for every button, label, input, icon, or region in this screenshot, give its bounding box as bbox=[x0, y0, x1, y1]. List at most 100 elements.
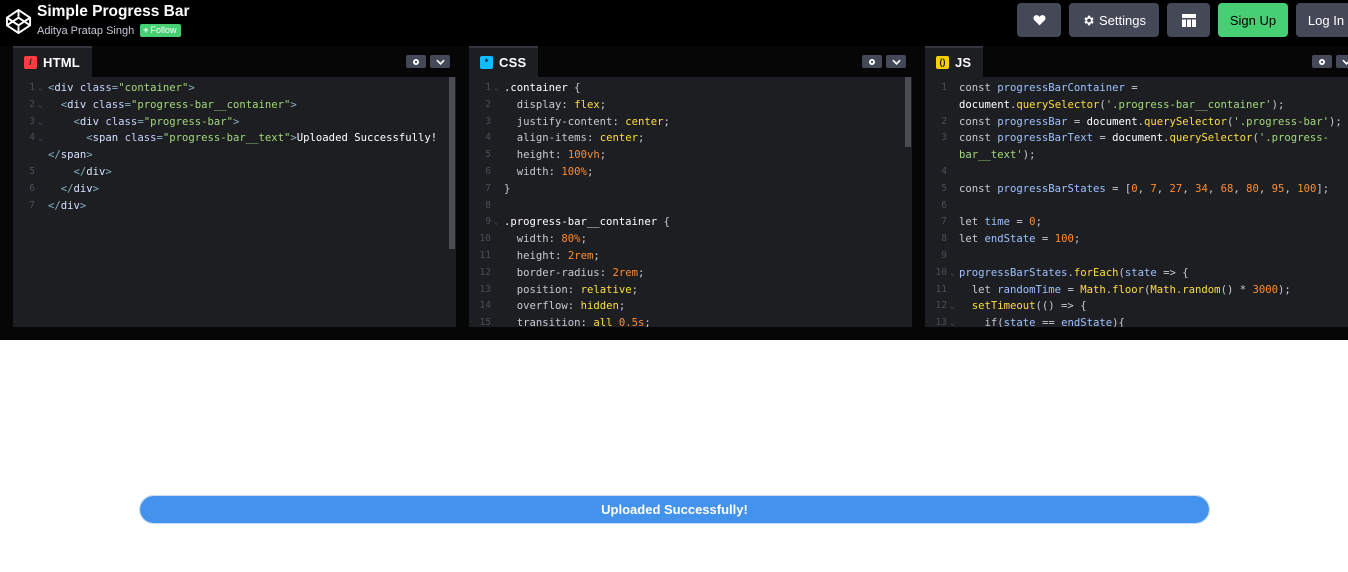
code-line[interactable]: 6 width: 100%; bbox=[469, 164, 912, 181]
code-line[interactable]: 4 ⌄ <span class="progress-bar__text">Uplo… bbox=[13, 130, 456, 147]
code-line[interactable]: 14 overflow: hidden; bbox=[469, 298, 912, 315]
code-token: ]; bbox=[1316, 182, 1330, 195]
code-token: span bbox=[92, 132, 125, 145]
code-line[interactable]: 5 const progressBarStates = [0, 7, 27, 34… bbox=[925, 181, 1348, 198]
code-line[interactable]: 9 bbox=[925, 248, 1348, 265]
js-code-editor[interactable]: 1 const progressBarContainer = document.qu… bbox=[925, 77, 1348, 327]
code-line[interactable]: 9 ⌄ .progress-bar__container { bbox=[469, 214, 912, 231]
code-text: <div class="container"> bbox=[48, 80, 195, 97]
code-line[interactable]: 1 ⌄ .container { bbox=[469, 80, 912, 97]
settings-button[interactable]: Settings bbox=[1069, 3, 1159, 37]
tab-js[interactable]: () JS bbox=[925, 46, 984, 77]
codepen-logo-icon[interactable] bbox=[5, 8, 32, 35]
code-token: width bbox=[516, 165, 549, 178]
code-line[interactable]: bar__text'); bbox=[925, 147, 1348, 164]
log-in-button[interactable]: Log In bbox=[1296, 3, 1348, 37]
sign-up-button[interactable]: Sign Up bbox=[1218, 3, 1288, 37]
code-line[interactable]: 6 </div> bbox=[13, 181, 456, 198]
tab-css[interactable]: * CSS bbox=[469, 46, 539, 77]
css-code-editor[interactable]: 1 ⌄ .container {2 display: flex; 3 justify-… bbox=[469, 77, 912, 327]
code-line[interactable]: 7} bbox=[469, 181, 912, 198]
code-line[interactable]: 3 const progressBarText = document.queryS… bbox=[925, 130, 1348, 147]
fold-arrow-icon[interactable]: ⌄ bbox=[950, 315, 955, 327]
code-line[interactable]: 15 transition: all 0.5s; bbox=[469, 315, 912, 327]
fold-arrow-icon[interactable]: ⌄ bbox=[494, 80, 499, 97]
code-line[interactable]: </span> bbox=[13, 147, 456, 164]
fold-arrow-icon[interactable]: ⌄ bbox=[38, 97, 43, 114]
code-line[interactable]: 12 ⌄ setTimeout(() => { bbox=[925, 298, 1348, 315]
line-number: 2 bbox=[29, 98, 35, 110]
fold-arrow-icon[interactable]: ⌄ bbox=[950, 298, 955, 315]
code-line[interactable]: document.querySelector('.progress-bar__c… bbox=[925, 97, 1348, 114]
change-view-button[interactable] bbox=[1167, 3, 1210, 37]
tab-html[interactable]: / HTML bbox=[13, 46, 92, 77]
code-line[interactable]: 2 ⌄ <div class="progress-bar__container"> bbox=[13, 97, 456, 114]
code-line[interactable]: 3 ⌄ <div class="progress-bar"> bbox=[13, 114, 456, 131]
code-token: endState bbox=[1061, 317, 1113, 327]
code-line[interactable]: 13 position: relative; bbox=[469, 282, 912, 299]
code-token: 2rem bbox=[612, 266, 638, 279]
result-preview: Uploaded Successfully! bbox=[0, 340, 1348, 572]
author-name[interactable]: Aditya Pratap Singh bbox=[37, 25, 134, 37]
code-line[interactable]: 3 justify-content: center; bbox=[469, 114, 912, 131]
code-line[interactable]: 8 bbox=[469, 198, 912, 215]
fold-arrow-icon[interactable]: ⌄ bbox=[950, 265, 955, 282]
line-number: 9 bbox=[485, 216, 491, 228]
code-token: querySelector bbox=[1016, 98, 1100, 111]
js-settings-button[interactable] bbox=[1312, 55, 1332, 68]
code-line[interactable]: 7 </div> bbox=[13, 198, 456, 215]
line-number: 6 bbox=[485, 165, 491, 177]
fold-arrow-icon[interactable]: ⌄ bbox=[38, 130, 43, 147]
code-line[interactable]: 10 width: 80%; bbox=[469, 231, 912, 248]
code-token: progressBarText bbox=[997, 132, 1093, 145]
code-token: time bbox=[984, 216, 1011, 229]
love-button[interactable] bbox=[1017, 3, 1061, 37]
code-line[interactable]: 11 let randomTime = Math.floor(Math.rand… bbox=[925, 282, 1348, 299]
code-line[interactable]: 7 let time = 0; bbox=[925, 214, 1348, 231]
js-editor-tools bbox=[1308, 55, 1348, 68]
code-line[interactable]: 4 align-items: center; bbox=[469, 130, 912, 147]
code-token: ; bbox=[1035, 216, 1042, 229]
code-line[interactable]: 10 ⌄ progressBarStates.forEach(state => { bbox=[925, 265, 1348, 282]
code-line[interactable]: 5 height: 100vh; bbox=[469, 147, 912, 164]
fold-arrow-icon[interactable]: ⌄ bbox=[38, 80, 43, 97]
js-collapse-button[interactable] bbox=[1336, 55, 1348, 68]
fold-arrow-icon[interactable]: ⌄ bbox=[38, 114, 43, 131]
code-token: span bbox=[60, 149, 87, 162]
html-editor-scrollbar[interactable] bbox=[449, 77, 455, 249]
code-token: 80% bbox=[561, 233, 581, 246]
code-text: let time = 0; bbox=[959, 214, 1042, 231]
code-token: , bbox=[1258, 182, 1272, 195]
code-text: display: flex; bbox=[504, 97, 606, 114]
fold-arrow-icon[interactable]: ⌄ bbox=[494, 214, 499, 231]
html-collapse-button[interactable] bbox=[430, 55, 450, 68]
css-settings-button[interactable] bbox=[862, 55, 882, 68]
css-collapse-button[interactable] bbox=[886, 55, 906, 68]
css-editor-scrollbar[interactable] bbox=[905, 77, 911, 147]
follow-button[interactable]: + Follow bbox=[140, 24, 181, 37]
code-token: : bbox=[567, 300, 581, 313]
code-line[interactable]: 8 let endState = 100; bbox=[925, 231, 1348, 248]
code-line[interactable]: 1 ⌄ <div class="container"> bbox=[13, 80, 456, 97]
html-settings-button[interactable] bbox=[406, 55, 426, 68]
code-line[interactable]: 6 bbox=[925, 198, 1348, 215]
code-line[interactable]: 1 const progressBarContainer = bbox=[925, 80, 1348, 97]
code-token: Math bbox=[1150, 283, 1176, 296]
code-token: if bbox=[984, 317, 998, 327]
code-line[interactable]: 5 </div> bbox=[13, 164, 456, 181]
code-line[interactable]: 2 const progressBar = document.querySelec… bbox=[925, 114, 1348, 131]
code-token: 68 bbox=[1220, 182, 1234, 195]
code-line[interactable]: 13 ⌄ if(state == endState){ bbox=[925, 315, 1348, 327]
code-line[interactable]: 4 bbox=[925, 164, 1348, 181]
code-token: , bbox=[1284, 182, 1298, 195]
pen-title[interactable]: Simple Progress Bar bbox=[37, 3, 189, 21]
html-code-editor[interactable]: 1 ⌄ <div class="container"> 2 ⌄ <div class="… bbox=[13, 77, 456, 327]
code-token: 27 bbox=[1169, 182, 1183, 195]
code-line[interactable]: 2 display: flex; bbox=[469, 97, 912, 114]
code-line[interactable]: 12 border-radius: 2rem; bbox=[469, 265, 912, 282]
code-line[interactable]: 11 height: 2rem; bbox=[469, 248, 912, 265]
code-text: </div> bbox=[48, 181, 99, 198]
code-token: width bbox=[516, 233, 549, 246]
line-number: 4 bbox=[29, 132, 35, 144]
